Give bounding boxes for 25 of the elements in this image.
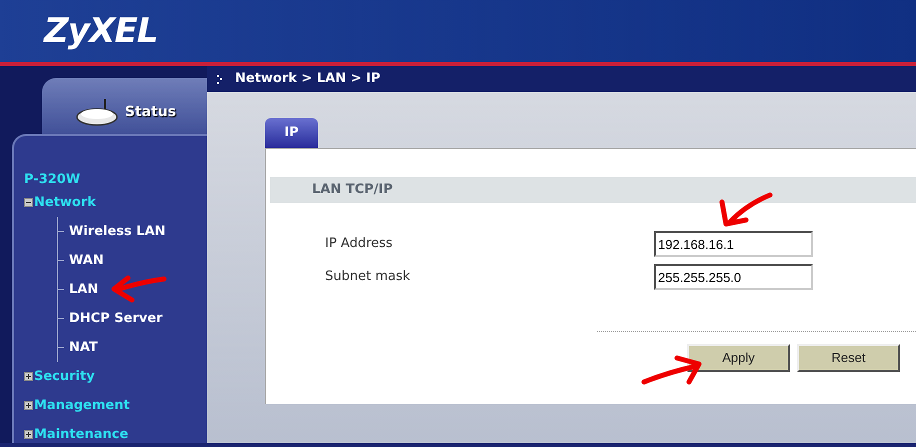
- expand-icon[interactable]: [24, 430, 33, 439]
- menu-item[interactable]: Maintenance: [34, 424, 128, 444]
- input-field[interactable]: 192.168.16.1: [654, 231, 813, 257]
- section-header: LAN TCP/IP: [270, 177, 916, 203]
- field-label: IP Address: [324, 235, 394, 254]
- input-field[interactable]: 255.255.255.0: [654, 264, 813, 290]
- submenu-item[interactable]: DHCP Server: [69, 308, 163, 328]
- tab[interactable]: IP: [265, 118, 318, 148]
- chevron-icon: [217, 74, 223, 84]
- breadcrumb: Network > LAN > IP: [235, 70, 380, 88]
- submenu-item[interactable]: WAN: [69, 250, 104, 270]
- device-name: P-320W: [24, 172, 82, 188]
- field-label: Subnet mask: [324, 268, 412, 286]
- expand-icon[interactable]: [24, 372, 33, 381]
- submenu-item[interactable]: LAN: [69, 280, 98, 300]
- action-button[interactable]: Apply: [687, 344, 790, 372]
- action-button[interactable]: Reset: [797, 344, 900, 372]
- submenu-item[interactable]: Wireless LAN: [69, 222, 166, 242]
- expand-icon[interactable]: [24, 401, 33, 410]
- menu-item[interactable]: Security: [34, 366, 95, 386]
- menu-item[interactable]: Management: [34, 396, 130, 416]
- logo: ZyXEL: [44, 10, 158, 52]
- submenu-item[interactable]: NAT: [69, 338, 98, 358]
- collapse-icon[interactable]: [24, 198, 33, 207]
- menu-item[interactable]: Network: [34, 192, 96, 212]
